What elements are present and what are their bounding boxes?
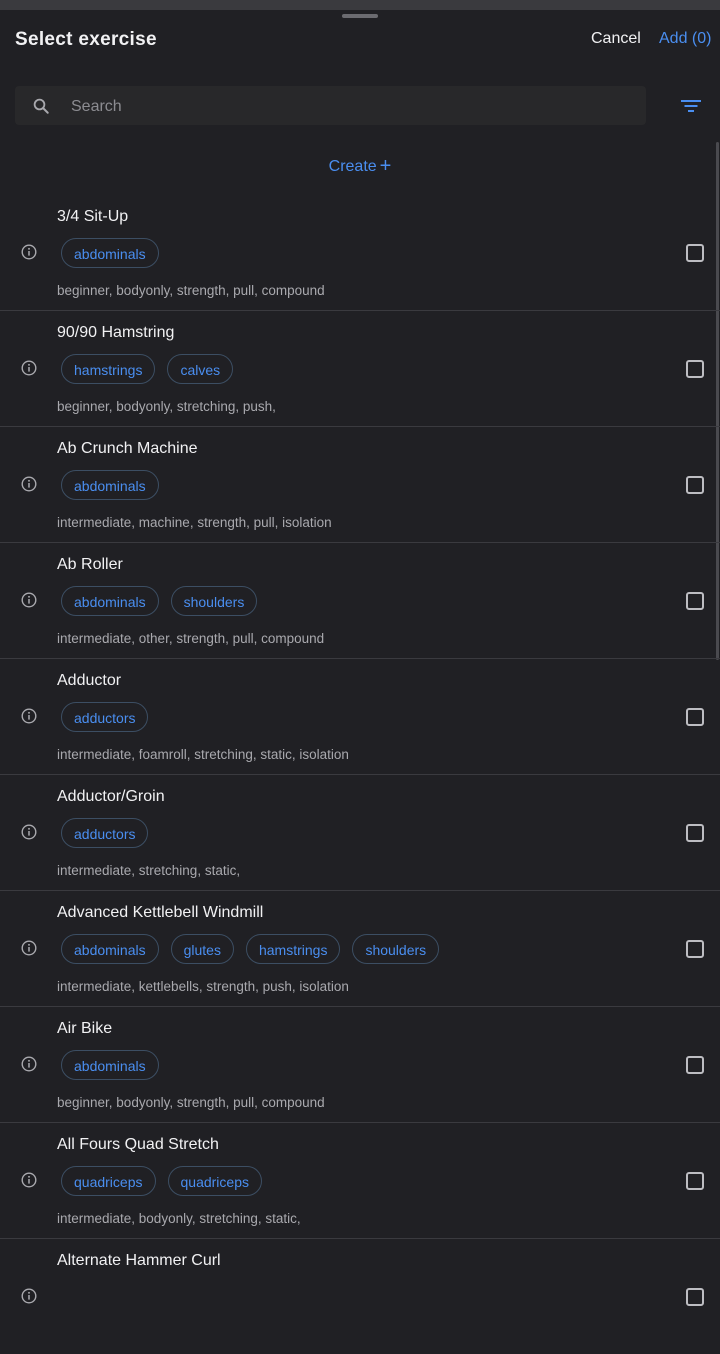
info-icon[interactable] (21, 244, 37, 260)
info-icon[interactable] (21, 592, 37, 608)
muscle-chip: calves (167, 354, 234, 384)
exercise-tags: intermediate, bodyonly, stretching, stat… (57, 1211, 301, 1226)
info-icon[interactable] (21, 940, 37, 956)
exercise-name: All Fours Quad Stretch (57, 1136, 219, 1153)
cancel-button[interactable]: Cancel (591, 30, 641, 48)
filter-icon[interactable] (681, 97, 701, 115)
muscle-chip: adductors (61, 702, 149, 732)
select-checkbox[interactable] (686, 476, 704, 494)
exercise-tags: intermediate, stretching, static, (57, 863, 241, 878)
muscle-chips: abdominals glutes hamstrings shoulders (61, 934, 440, 964)
status-bar (0, 0, 720, 10)
plus-icon: + (379, 155, 392, 177)
info-icon[interactable] (21, 708, 37, 724)
exercise-row[interactable]: Adductor/Groin adductors intermediate, str… (0, 775, 720, 891)
exercise-row[interactable]: Advanced Kettlebell Windmill abdominals gl… (0, 891, 720, 1007)
exercise-row[interactable]: 3/4 Sit-Up abdominals beginner, bodyonly, … (0, 195, 720, 311)
select-checkbox[interactable] (686, 824, 704, 842)
muscle-chip: shoulders (352, 934, 440, 964)
info-icon[interactable] (21, 360, 37, 376)
muscle-chips: abdominals shoulders (61, 586, 258, 616)
select-checkbox[interactable] (686, 1056, 704, 1074)
exercise-name: Adductor/Groin (57, 788, 165, 805)
exercise-name: 90/90 Hamstring (57, 324, 175, 341)
exercise-name: Ab Roller (57, 556, 123, 573)
info-icon[interactable] (21, 824, 37, 840)
exercise-row[interactable]: All Fours Quad Stretch quadriceps quadrice… (0, 1123, 720, 1239)
muscle-chips: abdominals (61, 238, 159, 268)
add-button[interactable]: Add (0) (659, 30, 711, 48)
muscle-chip: adductors (61, 818, 149, 848)
info-icon[interactable] (21, 1056, 37, 1072)
select-checkbox[interactable] (686, 940, 704, 958)
exercise-name: Air Bike (57, 1020, 113, 1037)
info-icon[interactable] (21, 1288, 37, 1304)
exercise-row[interactable]: Ab Crunch Machine abdominals intermediate,… (0, 427, 720, 543)
exercise-name: Ab Crunch Machine (57, 440, 198, 457)
drag-handle[interactable] (342, 14, 378, 18)
muscle-chips: adductors (61, 818, 149, 848)
search-bar (15, 86, 646, 127)
exercise-row[interactable]: Adductor adductors intermediate, foamroll,… (0, 659, 720, 775)
exercise-name: Alternate Hammer Curl (57, 1252, 221, 1269)
exercise-tags: intermediate, kettlebells, strength, pus… (57, 979, 349, 994)
exercise-tags: beginner, bodyonly, stretching, push, (57, 399, 276, 414)
exercise-name: 3/4 Sit-Up (57, 208, 129, 225)
exercise-row[interactable]: Ab Roller abdominals shoulders intermediate… (0, 543, 720, 659)
muscle-chip: abdominals (61, 586, 159, 616)
exercise-tags: intermediate, other, strength, pull, com… (57, 631, 325, 646)
muscle-chips: abdominals (61, 1050, 159, 1080)
info-icon[interactable] (21, 1172, 37, 1188)
create-button[interactable]: Create + (0, 154, 720, 177)
muscle-chip: shoulders (170, 586, 258, 616)
search-icon (33, 98, 49, 114)
muscle-chip: hamstrings (61, 354, 156, 384)
muscle-chips: quadriceps quadriceps (61, 1166, 262, 1196)
select-checkbox[interactable] (686, 360, 704, 378)
exercise-tags: beginner, bodyonly, strength, pull, comp… (57, 283, 325, 298)
exercise-name: Adductor (57, 672, 122, 689)
exercise-row[interactable]: Alternate Hammer Curl (0, 1239, 720, 1354)
info-icon[interactable] (21, 476, 37, 492)
muscle-chip: abdominals (61, 934, 159, 964)
select-checkbox[interactable] (686, 592, 704, 610)
muscle-chips: adductors (61, 702, 149, 732)
muscle-chip: quadriceps (61, 1166, 156, 1196)
muscle-chip: hamstrings (245, 934, 341, 964)
muscle-chip: quadriceps (167, 1166, 262, 1196)
exercise-tags: intermediate, foamroll, stretching, stat… (57, 747, 349, 762)
exercise-tags: beginner, bodyonly, strength, pull, comp… (57, 1095, 325, 1110)
muscle-chips: hamstrings calves (61, 354, 234, 384)
muscle-chips: abdominals (61, 470, 159, 500)
page-title: Select exercise (15, 29, 157, 50)
muscle-chip: abdominals (61, 238, 159, 268)
exercise-list: 3/4 Sit-Up abdominals beginner, bodyonly, … (0, 195, 720, 1354)
search-input[interactable] (69, 86, 633, 127)
exercise-name: Advanced Kettlebell Windmill (57, 904, 264, 921)
select-checkbox[interactable] (686, 708, 704, 726)
create-label: Create (328, 158, 377, 175)
select-checkbox[interactable] (686, 1288, 704, 1306)
muscle-chip: abdominals (61, 1050, 159, 1080)
exercise-tags: intermediate, machine, strength, pull, i… (57, 515, 332, 530)
select-checkbox[interactable] (686, 1172, 704, 1190)
select-checkbox[interactable] (686, 244, 704, 262)
exercise-row[interactable]: Air Bike abdominals beginner, bodyonly, st… (0, 1007, 720, 1123)
muscle-chip: glutes (170, 934, 234, 964)
exercise-row[interactable]: 90/90 Hamstring hamstrings calves beginner,… (0, 311, 720, 427)
muscle-chip: abdominals (61, 470, 159, 500)
